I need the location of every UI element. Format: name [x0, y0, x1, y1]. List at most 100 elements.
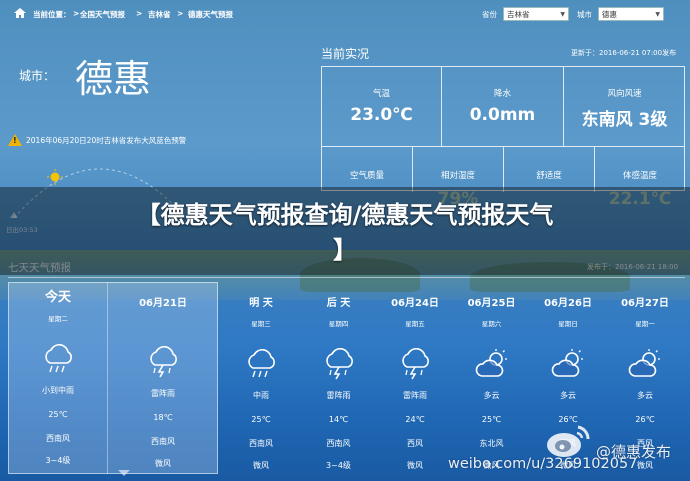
forecast-wind-level: 微风 [253, 461, 269, 470]
forecast-description: 中雨 [253, 391, 269, 400]
forecast-description: 雷阵雨 [151, 389, 175, 398]
forecast-wind-level: 微风 [407, 461, 423, 470]
forecast-weekday [108, 318, 218, 326]
forecast-wind-level: 微风 [155, 459, 171, 468]
banner-title-line2: 】 [333, 236, 357, 264]
forecast-weekday: 星期六 [481, 320, 502, 328]
forecast-description: 小到中雨 [42, 386, 74, 395]
thunderstorm-icon [300, 348, 377, 382]
forecast-wind-direction: 西南风 [249, 439, 273, 448]
forecast-wind-direction: 西南风 [326, 439, 351, 448]
breadcrumb-sep: > [177, 9, 184, 18]
forecast-wind-direction: 西风 [407, 439, 423, 448]
banner-title: 【德惠天气预报查询/德惠天气预报天气 】 [0, 198, 690, 268]
forecast-day[interactable]: 明 天星期三中雨 25℃ 西南风微风 [222, 282, 300, 471]
forecast-description: 多云 [637, 391, 653, 400]
forecast-weekday: 星期日 [558, 320, 578, 328]
breadcrumb-sep: > [136, 9, 143, 18]
forecast-day-name: 06月27日 [621, 298, 669, 309]
forecast-day-name: 今天 [44, 290, 71, 305]
home-icon[interactable] [13, 7, 27, 19]
weather-warning[interactable]: ! 2016年06月20日20时吉林省发布大风蓝色预警 [8, 134, 186, 146]
forecast-temperature: 25℃ [48, 410, 68, 419]
forecast-day-name: 后 天 [326, 298, 351, 309]
current-conditions-grid: 气温 23.0℃ 降水 0.0mm 风向风速 东南风 3级 空气质量 相对湿度 … [321, 66, 685, 209]
city-label: 城市： [19, 69, 56, 83]
air-quality-cell: 空气质量 [322, 147, 413, 192]
forecast-description: 多云 [560, 391, 576, 400]
temperature-cell: 气温 23.0℃ [322, 67, 442, 147]
city-select-value: 德惠 [602, 9, 617, 19]
comfort-label: 舒适度 [536, 171, 562, 181]
wind-label: 风向风速 [607, 89, 642, 99]
sun-icon [50, 172, 60, 182]
comfort-cell: 舒适度 [504, 147, 595, 192]
city-select-label: 城市 [577, 10, 592, 19]
thunderstorm-icon [377, 348, 453, 382]
forecast-temperature: 14℃ [328, 415, 349, 424]
breadcrumb-prefix: 当前位置： [33, 10, 71, 19]
forecast-temperature: 26℃ [635, 415, 655, 424]
forecast-day-name: 明 天 [249, 298, 273, 309]
rain-icon [8, 343, 108, 377]
city-select[interactable]: 德惠 ▼ [598, 7, 664, 21]
province-select-value: 吉林省 [507, 9, 530, 19]
thunderstorm-icon [108, 346, 218, 380]
forecast-description: 雷阵雨 [403, 391, 427, 400]
breadcrumb-item-national[interactable]: 全国天气预报 [80, 9, 125, 20]
rain-icon [222, 348, 300, 382]
forecast-description: 多云 [483, 391, 500, 400]
forecast-day[interactable]: 06月24日 星期五雷阵雨 24℃ 西风微风 [377, 282, 453, 471]
partly-cloudy-icon [453, 348, 530, 382]
city-name: 德惠 [75, 57, 152, 101]
warning-icon: ! [8, 134, 22, 146]
forecast-day[interactable]: 今天星期二小到中雨 25℃ 西南风 3~4级 [8, 282, 108, 466]
forecast-weekday: 星期三 [251, 320, 271, 328]
precipitation-label: 降水 [493, 89, 511, 99]
forecast-day-name: 06月26日 [544, 298, 592, 309]
breadcrumb-item-province[interactable]: 吉林省 [148, 9, 171, 20]
forecast-wind-direction: 西南风 [46, 434, 70, 443]
forecast-day-name: 06月25日 [467, 298, 516, 309]
province-label: 省份 [482, 10, 497, 19]
forecast-description: 雷阵雨 [326, 391, 351, 400]
forecast-divider [8, 277, 685, 278]
current-conditions-title: 当前实况 [321, 47, 370, 61]
forecast-weekday: 星期二 [48, 315, 68, 323]
forecast-wind-level: 3~4级 [45, 456, 71, 465]
forecast-wind-direction: 西南风 [151, 437, 175, 446]
forecast-weekday: 星期四 [328, 320, 349, 328]
feels-like-cell: 体感温度 22.1℃ [595, 147, 685, 209]
breadcrumb-item-city: 德惠天气预报 [188, 10, 233, 19]
forecast-wind-level: 3~4级 [326, 461, 351, 470]
temperature-value: 23.0℃ [350, 105, 413, 125]
chevron-down-icon: ▼ [655, 10, 660, 18]
forecast-day-name: 06月24日 [391, 298, 439, 309]
forecast-day[interactable]: 06月25日 星期六 多云 25℃ 东北风 微风 [453, 282, 530, 471]
wind-value: 东南风 3级 [581, 110, 668, 130]
humidity-label: 相对湿度 [440, 171, 475, 181]
forecast-temperature: 24℃ [405, 415, 425, 424]
air-quality-label: 空气质量 [349, 171, 384, 181]
forecast-weekday: 星期五 [405, 320, 425, 328]
humidity-cell: 相对湿度 79% [413, 147, 504, 209]
forecast-wind-direction: 东北风 [479, 439, 504, 448]
breadcrumb-sep: > [73, 9, 80, 18]
chevron-down-icon: ▼ [560, 10, 565, 18]
selected-day-pointer [118, 470, 130, 476]
forecast-temperature: 25℃ [251, 415, 271, 424]
forecast-day[interactable]: 后 天星期四雷阵雨 14℃ 西南风 3~4级 [300, 282, 377, 471]
current-update-time: 更新于：2016-06-21 07:00发布 [571, 49, 677, 57]
forecast-day[interactable]: 06月21日 雷阵雨 18℃ 西南风微风 [108, 282, 218, 469]
forecast-temperature: 18℃ [153, 413, 173, 422]
precipitation-value: 0.0mm [469, 105, 536, 125]
forecast-day-name: 06月21日 [139, 298, 187, 309]
feels-like-label: 体感温度 [622, 171, 657, 181]
precipitation-cell: 降水 0.0mm [442, 67, 564, 147]
province-select[interactable]: 吉林省 ▼ [503, 7, 569, 21]
partly-cloudy-icon [530, 348, 606, 382]
wind-cell: 风向风速 东南风 3级 [564, 67, 685, 147]
temperature-label: 气温 [372, 89, 390, 99]
forecast-temperature: 25℃ [481, 415, 502, 424]
partly-cloudy-icon [606, 348, 684, 382]
